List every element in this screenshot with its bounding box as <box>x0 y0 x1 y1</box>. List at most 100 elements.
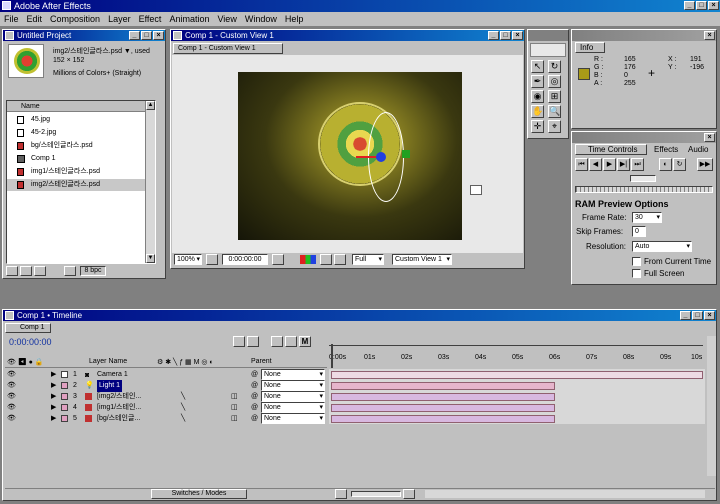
info-tab[interactable]: Info <box>575 42 605 53</box>
orbit-camera-tool-icon[interactable]: ◎ <box>548 75 561 88</box>
new-comp-icon[interactable] <box>34 266 46 276</box>
next-frame-button[interactable]: ▶| <box>617 158 630 171</box>
layer-name[interactable]: [bg/스테인글... <box>97 413 140 425</box>
safe-zones-icon[interactable] <box>206 254 218 265</box>
view-select[interactable]: Custom View 1 <box>392 254 452 265</box>
parent-select[interactable]: None <box>261 413 325 424</box>
resolution-select[interactable]: Full <box>352 254 384 265</box>
play-button[interactable]: ▶ <box>603 158 616 171</box>
bpc-readout[interactable]: 8 bpc <box>80 266 106 276</box>
info-close-button[interactable]: × <box>704 31 715 40</box>
time-controls-close-button[interactable]: × <box>704 133 715 142</box>
table-row[interactable]: 👁 ▶ 1 ◙ Camera 1 @ None <box>5 369 327 380</box>
table-row[interactable]: 👁 ▶ 2 💡 Light 1 @ None <box>5 380 327 392</box>
menu-help[interactable]: Help <box>281 12 308 26</box>
comp-timecode[interactable]: 0:00:00:00 <box>222 254 268 265</box>
skip-frames-input[interactable]: 0 <box>632 226 646 237</box>
menu-animation[interactable]: Animation <box>165 12 213 26</box>
scroll-up-arrow[interactable]: ▲ <box>146 101 155 110</box>
project-maximize-button[interactable]: □ <box>141 31 152 40</box>
project-minimize-button[interactable]: _ <box>129 31 140 40</box>
list-item[interactable]: bg/스테인글라스.psd <box>7 140 155 152</box>
parent-select[interactable]: None <box>261 369 325 380</box>
project-list-header[interactable]: Name <box>7 101 155 112</box>
timeline-close-button[interactable]: × <box>704 311 715 320</box>
timeline-timecode[interactable]: 0:00:00:00 <box>9 337 52 347</box>
menu-layer[interactable]: Layer <box>104 12 135 26</box>
quality-switch-icon[interactable]: ╲ <box>181 413 185 425</box>
work-area-bar[interactable] <box>329 338 703 346</box>
layer-name-header[interactable]: Layer Name <box>89 358 127 365</box>
zoom-out-icon[interactable] <box>335 489 347 499</box>
comp-viewer[interactable] <box>238 72 462 240</box>
camera-icon[interactable] <box>470 185 482 195</box>
loop-button[interactable]: ↻ <box>673 158 686 171</box>
color-channels-icon[interactable] <box>300 255 316 264</box>
scroll-down-arrow[interactable]: ▼ <box>146 254 155 263</box>
axis-tool-icon[interactable]: ✛ <box>531 120 544 133</box>
from-current-time-checkbox[interactable] <box>632 257 641 266</box>
pan-behind-tool-icon[interactable]: ⌖ <box>548 120 561 133</box>
label-color[interactable] <box>61 382 68 389</box>
trash-icon[interactable] <box>64 266 76 276</box>
menu-file[interactable]: File <box>0 12 23 26</box>
timeline-minimize-button[interactable]: _ <box>680 311 691 320</box>
audio-button[interactable]: ◐ <box>659 158 672 171</box>
menu-edit[interactable]: Edit <box>23 12 47 26</box>
comp-flowchart-icon[interactable] <box>233 336 245 347</box>
pen-tool-icon[interactable]: ✒ <box>531 75 544 88</box>
menu-view[interactable]: View <box>213 12 240 26</box>
timeline-hscroll[interactable] <box>425 490 705 498</box>
tab-audio[interactable]: Audio <box>688 145 708 154</box>
motion-blur-icon[interactable]: M <box>299 336 311 347</box>
parent-select[interactable]: None <box>261 380 325 391</box>
menu-effect[interactable]: Effect <box>135 12 166 26</box>
project-scrollbar[interactable]: ▲ ▼ <box>145 101 155 263</box>
first-frame-button[interactable]: ⏮ <box>575 158 588 171</box>
frame-rate-select[interactable]: 30 <box>632 212 662 223</box>
table-row[interactable]: 👁 ▶ 3 [img2/스테인... ╲ ◫ @ None <box>5 391 327 402</box>
timeline-tab[interactable]: Comp 1 <box>5 323 51 333</box>
region-of-interest-icon[interactable] <box>320 254 332 265</box>
minimize-button[interactable]: _ <box>684 1 695 10</box>
timeline-vscroll[interactable] <box>707 336 716 476</box>
3d-layer-switch-icon[interactable]: ◫ <box>231 413 238 425</box>
label-color[interactable] <box>61 404 68 411</box>
find-icon[interactable] <box>6 266 18 276</box>
tab-effects[interactable]: Effects <box>654 145 678 154</box>
shuttle-slider[interactable] <box>575 186 713 193</box>
list-item[interactable]: img1/스테인글라스.psd <box>7 166 155 178</box>
layer-duration-bar[interactable] <box>331 404 555 412</box>
timeline-ruler[interactable]: 0:00s 01s 02s 03s 04s 05s 06s 07s 08s 09… <box>329 336 705 368</box>
eye-icon[interactable]: 👁 <box>7 413 16 425</box>
label-color[interactable] <box>61 371 68 378</box>
selection-tool-icon[interactable]: ↖ <box>531 60 544 73</box>
jog-control[interactable] <box>630 175 656 182</box>
full-screen-checkbox[interactable] <box>632 269 641 278</box>
expand-arrow-icon[interactable]: ▶ <box>51 413 56 425</box>
timeline-maximize-button[interactable]: □ <box>692 311 703 320</box>
transparency-grid-icon[interactable] <box>334 254 346 265</box>
list-item[interactable]: 45.jpg <box>7 114 155 126</box>
layer-duration-bar[interactable] <box>331 393 555 401</box>
current-time-indicator[interactable] <box>331 344 333 368</box>
zoom-in-icon[interactable] <box>403 489 415 499</box>
menu-window[interactable]: Window <box>241 12 281 26</box>
tab-time-controls[interactable]: Time Controls <box>575 144 647 155</box>
table-row[interactable]: 👁 ▶ 5 [bg/스테인글... ╲ ◫ @ None <box>5 413 327 424</box>
ram-resolution-select[interactable]: Auto <box>632 241 692 252</box>
label-color[interactable] <box>61 415 68 422</box>
zoom-tool-icon[interactable]: 🔍 <box>548 105 561 118</box>
parent-select[interactable]: None <box>261 391 325 402</box>
live-update-icon[interactable] <box>247 336 259 347</box>
comp-close-button[interactable]: × <box>512 31 523 40</box>
parent-pickwhip-icon[interactable]: @ <box>251 413 258 425</box>
ram-preview-button[interactable]: ▶▶ <box>697 158 713 171</box>
draft-3d-icon[interactable] <box>271 336 283 347</box>
list-item[interactable]: 45-2.jpg <box>7 127 155 139</box>
parent-header[interactable]: Parent <box>251 358 272 365</box>
camera-tool-icon[interactable]: ◉ <box>531 90 544 103</box>
project-close-button[interactable]: × <box>153 31 164 40</box>
label-color[interactable] <box>61 393 68 400</box>
close-button[interactable]: × <box>708 1 719 10</box>
